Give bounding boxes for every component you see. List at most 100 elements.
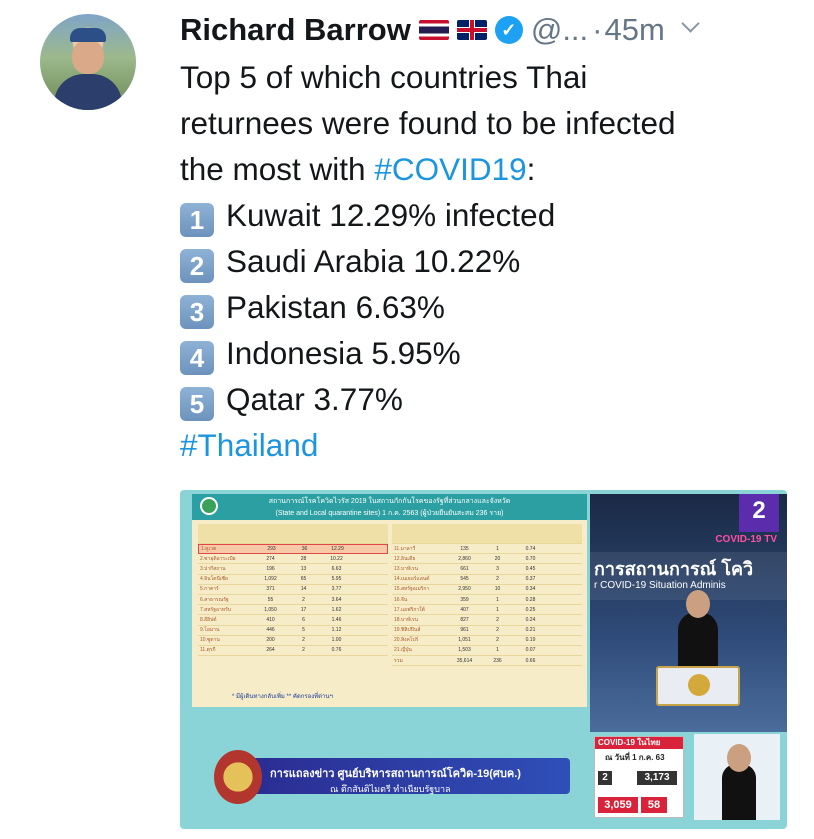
author-name[interactable]: Richard Barrow [180,12,411,48]
table-cell: 135 [460,545,469,552]
table-right: 11.มาลาวี 135 1 0.74 12.อินเดีย 2,860 20 0.70 13… [392,524,582,667]
table-cell: 3.77 [331,586,342,593]
list-item: 2 Saudi Arabia 10.22% [180,238,790,284]
table-row: รวม 35,614 236 0.66 [392,656,582,667]
list-item: 4 Indonesia 5.95% [180,330,790,376]
table-cell: 961 [460,627,469,634]
table-row: 19.ฟิลิปปินส์ 961 2 0.21 [392,626,582,636]
table-row: 5.กาตาร์ 371 14 3.77 [198,585,388,595]
table-cell: 1.46 [331,616,342,623]
table-row: 12.อินเดีย 2,860 20 0.70 [392,554,582,565]
table-cell: 3 [496,565,499,572]
sign-language-interpreter [694,734,780,820]
table-cell: 2 [496,637,499,644]
table-cell-country: 7.สหรัฐอาหรับ [200,606,231,613]
table-cell: 1.12 [331,627,342,634]
table-cell: 2 [496,627,499,634]
keycap-1-icon: 1 [180,203,214,237]
press-bar-title: การแถลงข่าว ศูนย์บริหารสถานการณ์โควิด-19… [270,768,521,780]
list-item-text: Indonesia 5.95% [226,335,461,371]
tweet-line: Top 5 of which countries Thai [180,59,588,95]
table-cell: 2,860 [458,555,471,562]
table-cell: 0.45 [525,565,536,572]
table-cell-country: รวม [394,657,403,664]
table-cell-country: 2.ซาอุดิอาระเบีย [200,555,236,562]
author-avatar[interactable] [40,14,136,110]
table-cell: 6 [302,616,305,623]
separator-dot: · [592,12,603,47]
table-row: 10.ซูดาน 200 2 1.00 [198,636,388,646]
table-cell: 236 [493,657,502,664]
table-cell-country: 20.สิงคโปร์ [394,637,419,644]
table-cell-country: 11.ตุรกี [200,647,216,654]
slide-title: สถานการณ์โรคโควิดไวรัส 2019 ในสถานกักกัน… [268,498,511,505]
keycap-5-icon: 5 [180,387,214,421]
table-cell: 0.76 [331,647,342,654]
tweet-timestamp[interactable]: 45m [604,12,664,48]
slide-subtitle: (State and Local quarantine sites) 1 ก.ค… [275,510,504,517]
table-cell-country: 13.บาห์เรน [394,565,419,572]
table-cell-country: 17.แอฟริกาใต้ [394,606,425,613]
table-cell: 10.22 [330,555,343,562]
table-cell: 1,092 [264,576,277,583]
covid-stats-panel: COVID-19 ในไทย ณ วันที่ 1 ก.ค. 63 2 3,17… [594,736,684,818]
tweet-header: Richard Barrow ✓ @... · 45m [180,10,699,50]
table-cell: 0.07 [525,647,536,654]
chevron-down-icon[interactable] [681,17,699,35]
data-slide: สถานการณ์โรคโควิดไวรัส 2019 ในสถานกักกัน… [192,494,587,707]
tweet-line-prefix: the most with [180,151,375,187]
table-cell-country: 4.อินโดนีเซีย [200,576,228,583]
list-item: 5 Qatar 3.77% [180,376,790,422]
table-cell-country: 18.บาห์เรน [394,616,419,623]
author-handle[interactable]: @... [531,12,588,48]
table-cell: 20 [494,555,501,562]
table-cell: 0.37 [525,576,536,583]
avatar-face [72,40,104,74]
banner-thai-text: การสถานการณ์ โควิ [594,559,754,579]
table-cell-country: 15.สหรัฐอเมริกา [394,586,430,593]
table-cell: 2 [302,647,305,654]
table-row: 11.มาลาวี 135 1 0.74 [392,544,582,555]
table-cell: 1.00 [331,637,342,644]
table-cell: 293 [267,546,276,553]
keycap-2-icon: 2 [180,249,214,283]
table-cell: 3.64 [331,596,342,603]
table-cell: 661 [460,565,469,572]
table-row: 17.แอฟริกาใต้ 407 1 0.25 [392,605,582,616]
table-cell: 65 [300,576,307,583]
table-left: 1.คูเวต 293 36 12.29 2.ซาอุดิอาระเบีย 274 28 10… [198,524,388,657]
studio-view: 2 COVID-19 TV การสถานการณ์ โควิ r COVID-… [590,494,787,732]
stats-recovered: 3,059 [598,797,638,813]
table-cell-country: 6.สาธารณรัฐ [200,596,229,603]
table-cell: 1,051 [458,637,471,644]
tweet-media-image[interactable]: สถานการณ์โรคโควิดไวรัส 2019 ในสถานกักกัน… [180,490,787,829]
table-cell: 2 [496,616,499,623]
table-cell: 446 [266,627,275,634]
banner-english-text: r COVID-19 Situation Adminis [594,580,726,591]
table-cell-country: 12.อินเดีย [394,555,416,562]
stats-header: COVID-19 ในไทย [595,737,683,749]
press-bar-location: ณ ตึกสันติไมตรี ทำเนียบรัฐบาล [330,784,451,794]
table-cell: 28 [300,555,307,562]
table-cell: 0.21 [525,627,536,634]
stats-deaths: 58 [641,797,667,813]
table-cell: 0.28 [525,596,536,603]
table-cell: 36 [301,546,308,553]
keycap-4-icon: 4 [180,341,214,375]
table-cell: 0.74 [525,545,536,552]
uk-flag-icon [456,20,487,40]
slide-header: สถานการณ์โรคโควิดไวรัส 2019 ในสถานกักกัน… [192,494,587,520]
channel-logo: 2 [739,494,779,532]
table-cell: 2 [496,576,499,583]
table-row: 14.เนเธอร์แลนด์ 545 2 0.37 [392,575,582,585]
hashtag-thailand[interactable]: #Thailand [180,427,318,463]
table-row: 1.คูเวต 293 36 12.29 [198,544,388,555]
table-cell-country: 5.กาตาร์ [200,586,219,593]
table-cell: 359 [460,596,469,603]
table-cell-country: 1.คูเวต [201,546,217,553]
table-cell: 1,050 [264,606,277,613]
hashtag-covid19[interactable]: #COVID19 [374,151,526,187]
avatar-shirt [54,74,122,110]
table-cell-country: 3.ปากีสถาน [200,565,226,572]
table-cell: 2 [302,637,305,644]
